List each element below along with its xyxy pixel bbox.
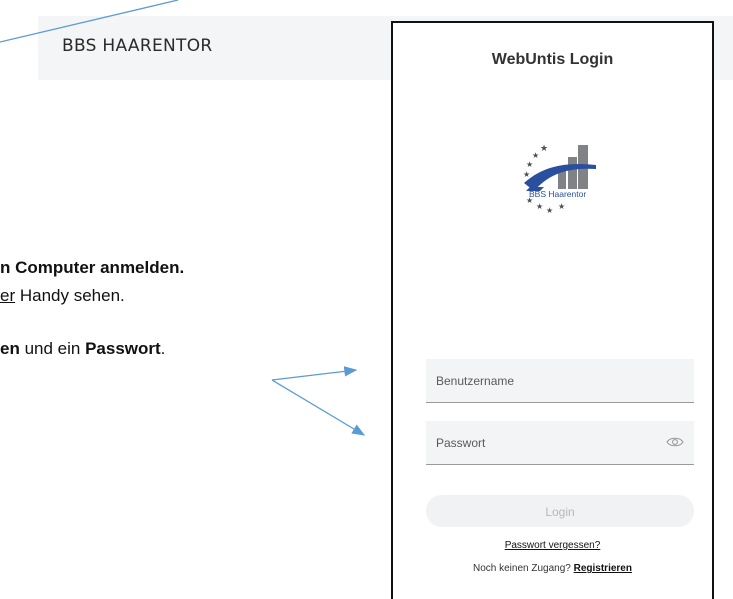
login-button[interactable]: Login (426, 495, 694, 527)
svg-text:★: ★ (558, 202, 565, 211)
doc-line-3: en und ein Passwort. (0, 339, 165, 359)
username-field[interactable] (426, 359, 694, 403)
doc-line-3-end: . (160, 339, 166, 358)
password-field[interactable] (426, 421, 694, 465)
doc-line-2: er Handy sehen. (0, 286, 125, 306)
doc-bold-word-2: Passwort (85, 339, 161, 358)
svg-text:★: ★ (546, 206, 553, 213)
password-input[interactable] (426, 421, 694, 464)
doc-line-2-rest: Handy sehen. (15, 286, 125, 305)
svg-text:★: ★ (532, 151, 539, 160)
no-access-text: Noch keinen Zugang? (473, 563, 574, 574)
doc-line-3-mid: und ein (19, 339, 86, 358)
school-name: BBS HAARENTOR (62, 36, 213, 56)
arrow-to-password (271, 379, 366, 436)
register-line: Noch keinen Zugang? Registrieren (393, 563, 712, 574)
doc-underlined-word: er (0, 286, 16, 305)
svg-text:★: ★ (536, 202, 543, 211)
login-title: WebUntis Login (491, 51, 614, 68)
forgot-password-link[interactable]: Passwort vergessen? (393, 540, 712, 551)
username-input[interactable] (426, 359, 694, 402)
svg-text:★: ★ (526, 160, 533, 169)
logo-text: BBS Haarentor (529, 189, 586, 199)
register-link[interactable]: Registrieren (574, 563, 632, 574)
doc-bold-word-1: en (0, 339, 20, 358)
school-logo: ★ ★ ★ ★ ★ ★ ★ ★ BBS Haarentor (523, 144, 596, 213)
svg-text:★: ★ (540, 144, 548, 154)
svg-text:★: ★ (523, 170, 530, 179)
eye-icon[interactable] (666, 435, 684, 449)
doc-line-1: n Computer anmelden. (0, 258, 185, 277)
login-dialog: WebUntis Login ★ ★ ★ ★ ★ ★ ★ ★ BBS Haare… (391, 21, 714, 599)
arrow-to-username (271, 366, 358, 381)
